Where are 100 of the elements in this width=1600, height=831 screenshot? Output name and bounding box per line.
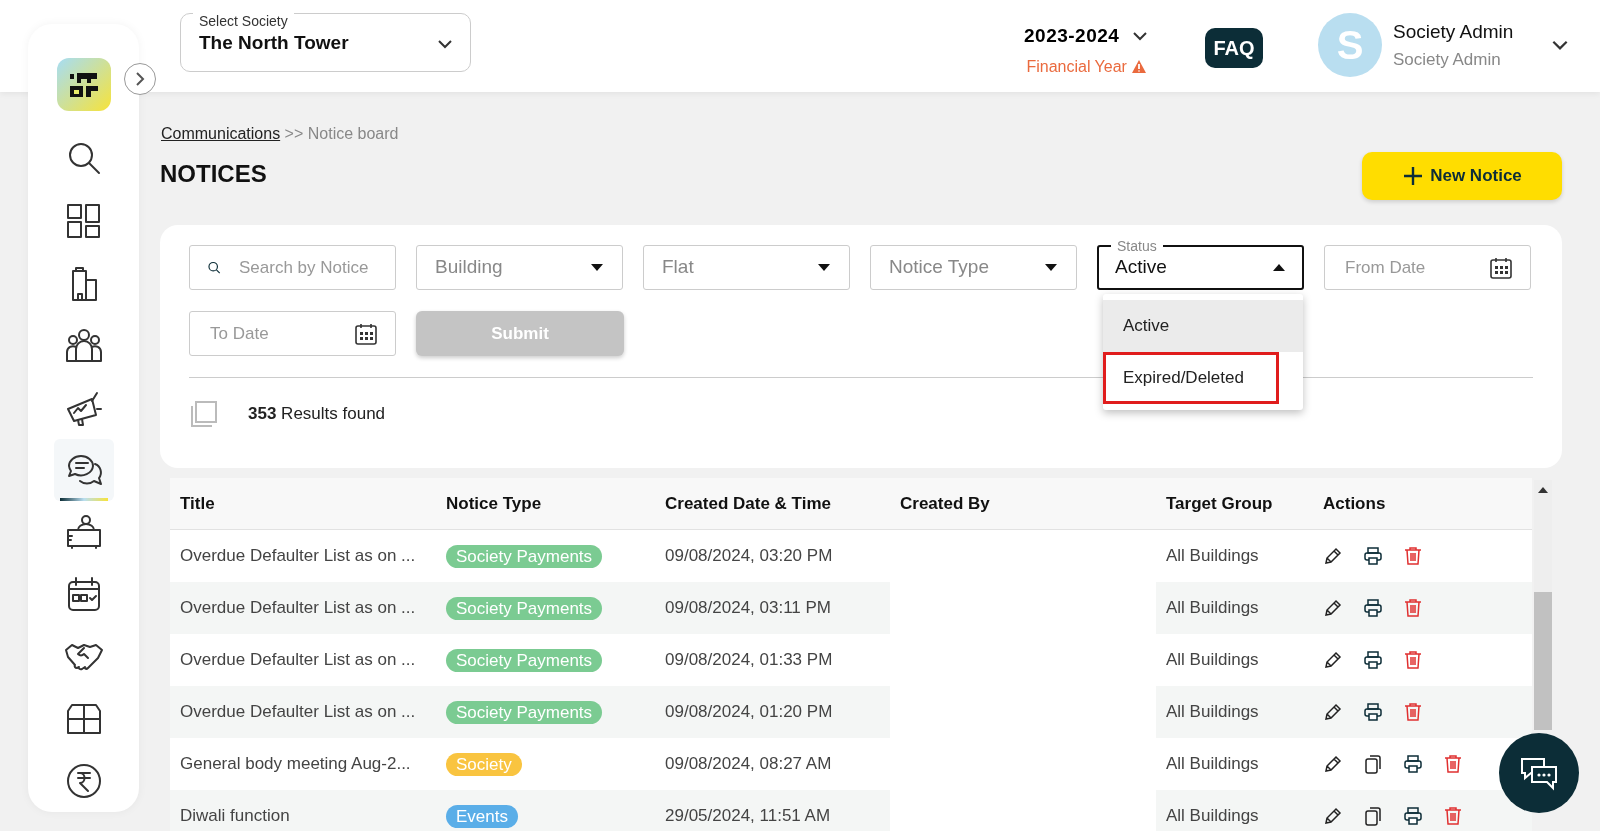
- trash-icon: [1443, 806, 1463, 826]
- printer-icon: [1363, 702, 1383, 722]
- pencil-icon: [1323, 702, 1343, 722]
- notice-type-tag: Society Payments: [446, 648, 603, 672]
- table-cell-text: 09/08/2024, 01:20 PM: [664, 701, 834, 724]
- table-cell-text: 29/05/2024, 11:51 AM: [664, 805, 832, 828]
- caret-down-icon: [817, 263, 831, 272]
- column-header: Created Date & Time: [664, 492, 832, 515]
- edit-button[interactable]: [1323, 754, 1343, 774]
- printer-icon: [1403, 754, 1423, 774]
- column-header: Target Group: [1165, 492, 1274, 515]
- flat-select[interactable]: Flat: [643, 245, 850, 290]
- table-cell-text: Overdue Defaulter List as on ...: [179, 701, 417, 724]
- table-cell-text: All Buildings: [1165, 701, 1260, 724]
- table-cell-text: 09/08/2024, 03:11 PM: [664, 597, 833, 620]
- delete-button[interactable]: [1443, 806, 1463, 826]
- trash-icon: [1403, 598, 1423, 618]
- print-button[interactable]: [1363, 650, 1383, 670]
- trash-icon: [1403, 546, 1423, 566]
- financial-year-select[interactable]: 2023-2024: [1024, 22, 1150, 51]
- notice-type-select[interactable]: Notice Type: [870, 245, 1077, 290]
- financial-year-label: Financial Year: [1026, 56, 1127, 77]
- calendar-icon: [1490, 256, 1512, 279]
- print-button[interactable]: [1363, 546, 1383, 566]
- to-date-field[interactable]: To Date: [189, 311, 396, 356]
- search-input[interactable]: Search by Notice: [237, 253, 377, 282]
- date-input[interactable]: From Date: [1343, 253, 1483, 282]
- delete-button[interactable]: [1443, 754, 1463, 774]
- breadcrumb-link[interactable]: Communications: [161, 125, 281, 142]
- table-cell-text: Diwali function: [179, 805, 291, 828]
- field-label: Select Society: [193, 13, 294, 29]
- delete-button[interactable]: [1403, 702, 1423, 722]
- edit-button[interactable]: [1323, 598, 1343, 618]
- print-button[interactable]: [1403, 754, 1423, 774]
- column-header: Title: [179, 492, 216, 515]
- delete-button[interactable]: [1403, 598, 1423, 618]
- dropdown-option[interactable]: Expired/Deleted: [1103, 352, 1279, 404]
- sidebar-item[interactable]: [53, 438, 114, 501]
- society-select[interactable]: Select Society The North Tower: [180, 13, 471, 72]
- printer-icon: [1363, 598, 1383, 618]
- select-all-checkbox[interactable]: [190, 400, 218, 428]
- table-cell-text: Overdue Defaulter List as on ...: [179, 597, 417, 620]
- dropdown-option[interactable]: Active: [1103, 300, 1303, 352]
- table-cell-text: All Buildings: [1165, 597, 1260, 620]
- pencil-icon: [1323, 650, 1343, 670]
- caret-down-icon: [1044, 263, 1058, 272]
- column-header: Actions: [1322, 492, 1387, 515]
- edit-button[interactable]: [1323, 806, 1343, 826]
- select-value: The North Tower: [199, 31, 349, 56]
- scroll-up-icon: [1537, 486, 1549, 494]
- trash-icon: [1403, 702, 1423, 722]
- print-button[interactable]: [1363, 598, 1383, 618]
- table-cell-text: All Buildings: [1165, 649, 1260, 672]
- edit-button[interactable]: [1323, 702, 1343, 722]
- caret-down-icon: [590, 263, 604, 272]
- from-date-field[interactable]: From Date: [1324, 245, 1531, 290]
- copy-icon: [1363, 806, 1383, 826]
- chevron-right-icon: [134, 71, 146, 87]
- results-count: 353 Results found: [248, 403, 386, 426]
- table-cell-text: General body meeting Aug-2...: [179, 753, 412, 776]
- notice-type-tag: Society Payments: [446, 700, 603, 724]
- trash-icon: [1443, 754, 1463, 774]
- user-name: Society Admin: [1393, 20, 1514, 44]
- user-role: Society Admin: [1393, 49, 1501, 71]
- notice-type-tag: Society: [446, 752, 522, 776]
- calendar-icon: [355, 322, 377, 345]
- copy-button[interactable]: [1363, 806, 1383, 826]
- trash-icon: [1403, 650, 1423, 670]
- copy-button[interactable]: [1363, 754, 1383, 774]
- table-cell-text: All Buildings: [1165, 545, 1260, 568]
- notice-type-tag: Events: [446, 804, 518, 828]
- breadcrumb-separator: >>: [284, 125, 304, 142]
- table-cell-text: 09/08/2024, 08:27 AM: [664, 753, 833, 776]
- column-header: Created By: [899, 492, 991, 515]
- building-select[interactable]: Building: [416, 245, 623, 290]
- faq-button[interactable]: FAQ: [1205, 28, 1263, 68]
- app-logo[interactable]: [56, 58, 111, 112]
- plus-icon: [1402, 165, 1425, 187]
- edit-button[interactable]: [1323, 546, 1343, 566]
- pencil-icon: [1323, 546, 1343, 566]
- table-cell-text: 09/08/2024, 01:33 PM: [664, 649, 834, 672]
- edit-button[interactable]: [1323, 650, 1343, 670]
- new-notice-button[interactable]: New Notice: [1362, 152, 1562, 200]
- copy-icon: [1363, 754, 1383, 774]
- caret-up-icon: [1272, 263, 1286, 272]
- table-cell-text: All Buildings: [1165, 805, 1260, 828]
- print-button[interactable]: [1403, 806, 1423, 826]
- delete-button[interactable]: [1403, 546, 1423, 566]
- search-field[interactable]: Search by Notice: [189, 245, 396, 290]
- print-button[interactable]: [1363, 702, 1383, 722]
- printer-icon: [1403, 806, 1423, 826]
- chat-bubbles-icon: [1519, 755, 1559, 791]
- scrollbar-thumb[interactable]: [1534, 592, 1552, 730]
- delete-button[interactable]: [1403, 650, 1423, 670]
- breadcrumb-current: Notice board: [307, 125, 399, 142]
- notice-type-tag: Society Payments: [446, 544, 603, 568]
- date-input[interactable]: To Date: [208, 319, 348, 348]
- printer-icon: [1363, 650, 1383, 670]
- notice-type-tag: Society Payments: [446, 596, 603, 620]
- table-cell-text: All Buildings: [1165, 753, 1260, 776]
